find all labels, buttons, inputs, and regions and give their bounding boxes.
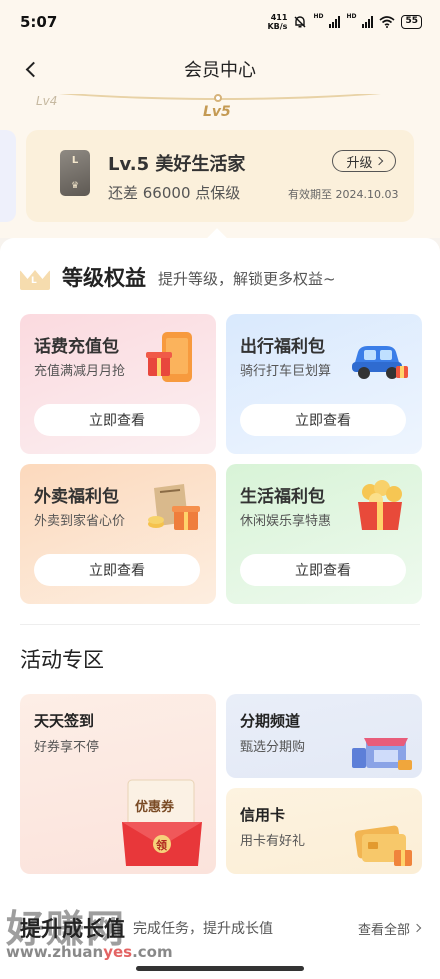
- benefits-title: 等级权益: [62, 266, 146, 290]
- main-content: L 等级权益 提升等级，解锁更多权益~ 话费充值包 充值满减月月抢 立即查看 出…: [0, 228, 440, 979]
- claim-label: 领: [156, 839, 167, 852]
- car-icon: [352, 346, 408, 379]
- member-card-carousel: L ♛ Lv.5 美好生活家 升级 还差 66000 点保级 有效期至 2024…: [0, 126, 440, 238]
- coupon-envelope-icon: [122, 779, 202, 866]
- benefit-title: 外卖福利包: [34, 487, 119, 507]
- upgrade-button[interactable]: 升级: [332, 150, 396, 172]
- current-level-marker: [214, 94, 222, 102]
- benefit-card-takeout[interactable]: 外卖福利包 外卖到家省心价 立即查看: [20, 464, 216, 604]
- upgrade-label: 升级: [346, 155, 373, 171]
- chevron-left-icon: [25, 61, 41, 77]
- growth-subtitle: 完成任务，提升成长值: [133, 921, 273, 937]
- benefit-subtitle: 骑行打车巨划算: [240, 364, 332, 379]
- phone-gift-icon: [146, 332, 192, 382]
- benefit-title: 话费充值包: [34, 337, 119, 357]
- adjacent-card-peek[interactable]: [0, 130, 16, 222]
- activity-title: 信用卡: [240, 806, 286, 824]
- points-remaining: 还差 66000 点保级: [108, 184, 241, 202]
- crown-icon: L: [20, 264, 50, 290]
- benefit-card-phone[interactable]: 话费充值包 充值满减月月抢 立即查看: [20, 314, 216, 454]
- credit-card-icon: [354, 825, 412, 866]
- view-now-button[interactable]: 立即查看: [34, 554, 200, 586]
- benefit-card-life[interactable]: 生活福利包 休闲娱乐享特惠 立即查看: [226, 464, 422, 604]
- signal-icon: [362, 16, 374, 28]
- watermark-url-suffix: .com: [132, 943, 173, 961]
- activity-credit-card[interactable]: 信用卡 用卡有好礼: [226, 788, 422, 874]
- activity-subtitle: 甄选分期购: [240, 740, 306, 755]
- popcorn-gift-icon: [358, 480, 402, 530]
- activity-installment[interactable]: 分期频道 甄选分期购: [226, 694, 422, 778]
- takeout-bag-icon: [148, 484, 200, 530]
- benefit-subtitle: 外卖到家省心价: [34, 514, 126, 529]
- battery-icon: 55: [401, 15, 422, 29]
- net-speed-value: 411: [270, 13, 288, 22]
- crown-mini-icon: ♛: [70, 181, 80, 191]
- page-title: 会员中心: [184, 60, 256, 81]
- activity-checkin[interactable]: 天天签到 好券享不停 优惠券 领: [20, 694, 216, 874]
- watermark-url-prefix: www.zhuan: [6, 943, 104, 961]
- activity-title: 天天签到: [34, 712, 95, 730]
- view-all-link[interactable]: 查看全部: [357, 919, 422, 938]
- activity-title: 分期频道: [240, 712, 301, 730]
- shop-icon: [352, 738, 412, 770]
- level-badge-icon: L ♛: [60, 150, 90, 196]
- benefits-subtitle: 提升等级，解锁更多权益~: [158, 269, 336, 288]
- view-now-button[interactable]: 立即查看: [34, 404, 200, 436]
- signal-icon: [329, 16, 341, 28]
- back-button[interactable]: [18, 56, 44, 82]
- wifi-icon: [379, 16, 395, 28]
- mute-bell-icon: [294, 16, 306, 28]
- chevron-right-icon: [412, 923, 422, 933]
- level-track: Lv4 Lv5: [0, 94, 440, 126]
- status-icons: 411 KB/s HD HD 55: [267, 13, 422, 31]
- view-all-label: 查看全部: [357, 922, 410, 938]
- activity-subtitle: 好券享不停: [34, 740, 100, 755]
- benefit-card-travel[interactable]: 出行福利包 骑行打车巨划算 立即查看: [226, 314, 422, 454]
- activities-title: 活动专区: [20, 648, 104, 672]
- benefit-subtitle: 充值满减月月抢: [34, 364, 126, 379]
- view-now-button[interactable]: 立即查看: [240, 404, 406, 436]
- nav-header: 会员中心: [0, 44, 440, 94]
- benefit-title: 生活福利包: [240, 487, 325, 507]
- activity-subtitle: 用卡有好礼: [240, 834, 306, 849]
- net-speed-unit: KB/s: [267, 22, 288, 31]
- benefit-subtitle: 休闲娱乐享特惠: [240, 514, 332, 529]
- level-current-label: Lv5: [203, 104, 231, 120]
- chevron-right-icon: [374, 156, 383, 166]
- level-name: Lv.5 美好生活家: [108, 154, 246, 175]
- home-indicator[interactable]: [136, 966, 304, 971]
- expire-date: 有效期至 2024.10.03: [288, 188, 399, 201]
- watermark-url-accent: yes: [103, 943, 133, 961]
- view-now-button[interactable]: 立即查看: [240, 554, 406, 586]
- hd-label-1: HD: [313, 13, 324, 20]
- hd-label-2: HD: [346, 13, 357, 20]
- status-time: 5:07: [20, 13, 58, 31]
- net-speed: 411 KB/s: [267, 13, 287, 31]
- member-level-card[interactable]: L ♛ Lv.5 美好生活家 升级 还差 66000 点保级 有效期至 2024…: [26, 130, 414, 222]
- benefit-title: 出行福利包: [240, 337, 325, 357]
- coupon-label: 优惠券: [135, 800, 175, 815]
- benefits-header: L 等级权益 提升等级，解锁更多权益~: [20, 262, 336, 292]
- section-divider: [20, 624, 420, 625]
- level-prev-label: Lv4: [36, 94, 58, 108]
- watermark-url: www.zhuanyes.com: [6, 943, 173, 961]
- status-bar: 5:07 411 KB/s HD HD 55: [0, 0, 440, 44]
- badge-letter: L: [71, 155, 79, 166]
- crown-letter: L: [31, 276, 37, 286]
